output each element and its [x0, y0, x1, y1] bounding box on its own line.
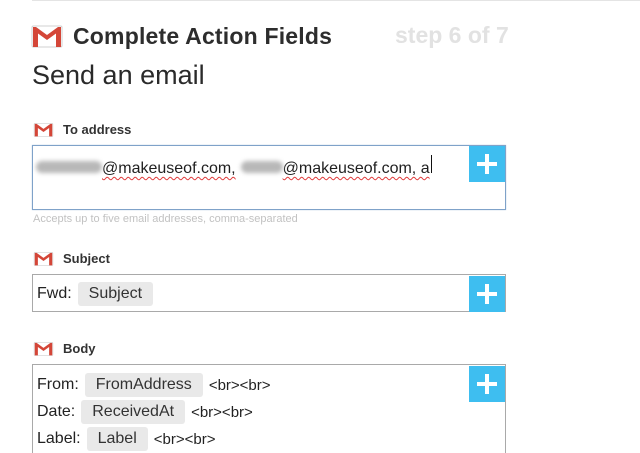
subject-input[interactable]: Fwd: Subject [32, 274, 506, 312]
subject-prefix: Fwd: [37, 285, 72, 302]
body-line-prefix: From: [37, 376, 79, 393]
to-address-part-2: @makeuseof.com, a [282, 160, 430, 177]
body-line-prefix: Label: [37, 430, 81, 447]
body-line-suffix: <br><br> [191, 403, 253, 421]
to-address-label: To address [33, 121, 131, 137]
body-line-label: Label: Label <br><br> [37, 427, 215, 451]
redacted-email-user [36, 161, 102, 173]
add-ingredient-button[interactable] [469, 276, 505, 312]
to-address-label-text: To address [63, 121, 132, 137]
plus-icon [477, 154, 497, 174]
gmail-icon [33, 122, 54, 137]
text-cursor [430, 155, 432, 173]
body-label: Body [33, 340, 96, 356]
to-address-value: @makeuseof.com, @makeuseof.com, a [36, 155, 432, 178]
plus-icon [477, 284, 497, 304]
ingredient-pill-receivedat[interactable]: ReceivedAt [81, 400, 186, 424]
subject-label: Subject [33, 250, 110, 266]
page-title: Complete Action Fields [73, 22, 333, 49]
subject-label-text: Subject [63, 250, 110, 266]
add-ingredient-button[interactable] [469, 146, 505, 182]
body-line-date: Date: ReceivedAt <br><br> [37, 400, 253, 424]
add-ingredient-button[interactable] [469, 366, 505, 402]
step-indicator: step 6 of 7 [395, 22, 509, 48]
to-address-help: Accepts up to five email addresses, comm… [33, 213, 298, 225]
body-label-text: Body [63, 340, 96, 356]
gmail-icon [31, 25, 63, 48]
plus-icon [477, 374, 497, 394]
subject-line: Fwd: Subject [37, 282, 154, 306]
body-line-from: From: FromAddress <br><br> [37, 373, 271, 397]
top-divider [32, 0, 640, 1]
gmail-icon [33, 251, 54, 266]
redacted-email-user [240, 161, 283, 173]
body-line-suffix: <br><br> [208, 376, 271, 394]
to-address-input[interactable]: @makeuseof.com, @makeuseof.com, a [32, 145, 506, 210]
body-input[interactable]: From: FromAddress <br><br> Date: Receive… [32, 364, 506, 453]
ingredient-pill-label[interactable]: Label [86, 427, 148, 451]
action-title: Send an email [32, 60, 205, 90]
page-header: Complete Action Fields [31, 22, 332, 50]
ingredient-pill-fromaddress[interactable]: FromAddress [84, 373, 203, 397]
body-line-prefix: Date: [37, 403, 76, 420]
ingredient-pill-subject[interactable]: Subject [77, 282, 154, 306]
gmail-icon [33, 341, 54, 356]
to-address-part-1: @makeuseof.com, [102, 160, 236, 177]
body-line-suffix: <br><br> [153, 430, 216, 448]
